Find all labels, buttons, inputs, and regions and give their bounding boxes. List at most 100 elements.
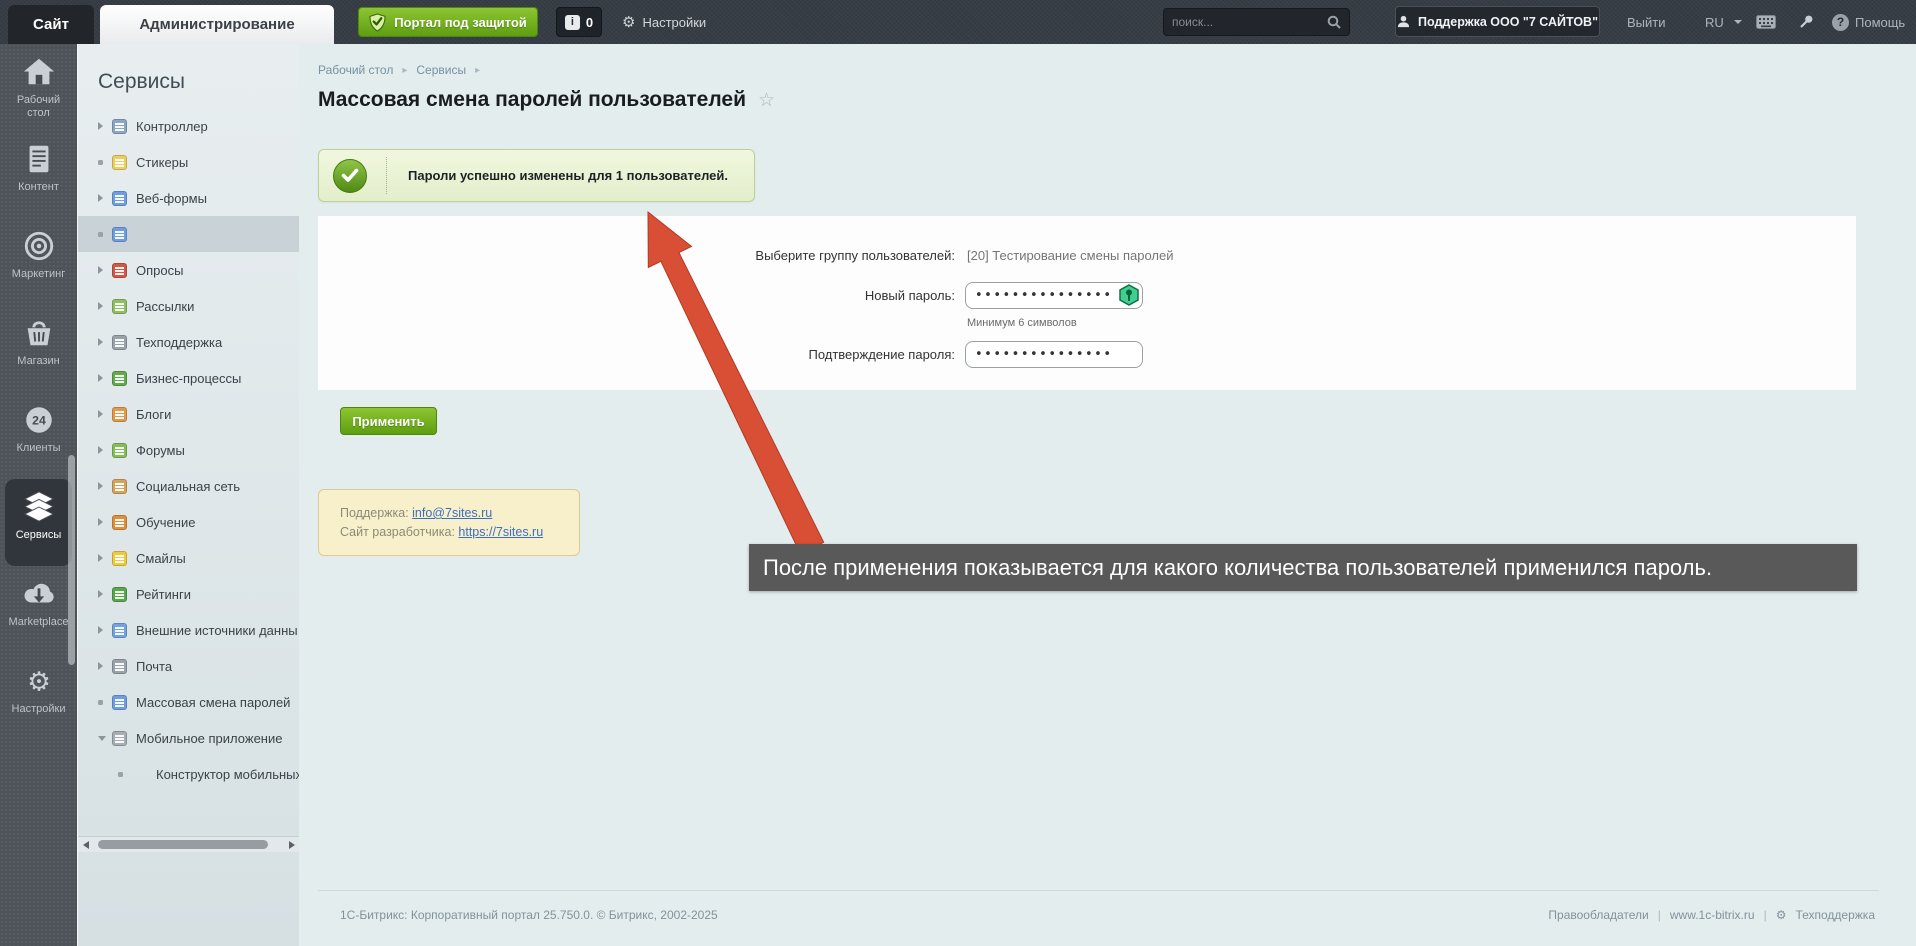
- sidebar-item[interactable]: Контроллер: [78, 108, 299, 144]
- language-selector[interactable]: RU: [1705, 0, 1742, 44]
- new-password-label: Новый пароль:: [318, 288, 955, 303]
- group-select-label: Выберите группу пользователей:: [318, 248, 955, 263]
- tech-support-icon: [112, 335, 127, 350]
- shield-check-icon: [369, 13, 386, 32]
- sidebar-item[interactable]: Форумы: [78, 432, 299, 468]
- sidebar-item[interactable]: Бизнес-процессы: [78, 360, 299, 396]
- ratings-icon: [112, 587, 127, 602]
- rail-item[interactable]: Маркетинг: [5, 218, 72, 305]
- rail-item[interactable]: ⚙ Настройки: [5, 653, 72, 740]
- support-email-link[interactable]: info@7sites.ru: [412, 506, 492, 520]
- sidebar-vertical-scrollbar-thumb[interactable]: [68, 455, 75, 665]
- current-user-button[interactable]: Поддержка ООО "7 САЙТОВ": [1395, 6, 1600, 37]
- tree-marker-icon[interactable]: [98, 518, 112, 526]
- tree-marker-icon[interactable]: [98, 232, 112, 237]
- portal-protected-button[interactable]: Портал под защитой: [358, 7, 538, 37]
- breadcrumb-services[interactable]: Сервисы: [416, 63, 466, 77]
- sidebar-item[interactable]: Почта: [78, 648, 299, 684]
- favorite-star-icon[interactable]: ☆: [758, 89, 775, 112]
- developer-site-link[interactable]: https://7sites.ru: [458, 525, 543, 539]
- topbar-settings-button[interactable]: ⚙ Настройки: [622, 0, 706, 44]
- top-bar: Сайт Администрирование Портал под защито…: [0, 0, 1916, 44]
- module-rail: Рабочий стол Контент Маркетинг Магазин 2…: [0, 44, 77, 946]
- counter-value: 0: [586, 15, 593, 30]
- tree-marker-icon[interactable]: [98, 446, 112, 454]
- rights-link[interactable]: Правообладатели: [1548, 908, 1648, 922]
- tree-marker-icon[interactable]: [98, 122, 112, 130]
- tree-marker-icon[interactable]: [98, 302, 112, 310]
- tree-marker-icon[interactable]: [98, 194, 112, 202]
- tree-marker-icon[interactable]: [98, 374, 112, 382]
- sidebar-item[interactable]: Блоги: [78, 396, 299, 432]
- sidebar-item[interactable]: Техподдержка: [78, 324, 299, 360]
- search-icon[interactable]: [1327, 15, 1341, 29]
- gear-icon: ⚙: [622, 13, 635, 31]
- sidebar-item[interactable]: [78, 216, 299, 252]
- sidebar-item[interactable]: Социальная сеть: [78, 468, 299, 504]
- sidebar-item[interactable]: Рейтинги: [78, 576, 299, 612]
- annotation-tooltip: После применения показывается для какого…: [749, 544, 1857, 591]
- tree-marker-icon[interactable]: [98, 736, 112, 741]
- confirm-password-input[interactable]: [965, 341, 1143, 368]
- rail-item[interactable]: Магазин: [5, 305, 72, 392]
- smiles-icon: [112, 551, 127, 566]
- notifications-counter[interactable]: i 0: [556, 7, 602, 37]
- logout-link[interactable]: Выйти: [1627, 0, 1666, 44]
- tree-marker-icon[interactable]: [98, 410, 112, 418]
- help-button[interactable]: ? Помощь: [1832, 0, 1905, 44]
- tree-marker-icon[interactable]: [98, 626, 112, 634]
- breadcrumb-separator-icon: ▸: [475, 65, 480, 76]
- tech-support-link[interactable]: Техподдержка: [1795, 908, 1875, 922]
- sidebar-horizontal-scrollbar: [78, 836, 299, 852]
- rail-item[interactable]: Контент: [5, 131, 72, 218]
- tree-marker-icon[interactable]: [98, 338, 112, 346]
- page-title: Массовая смена паролей пользователей: [318, 88, 746, 112]
- breadcrumb-desktop[interactable]: Рабочий стол: [318, 63, 393, 77]
- tree-marker-icon[interactable]: [98, 554, 112, 562]
- marketplace-icon: [22, 575, 56, 613]
- svg-text:⚙: ⚙: [27, 666, 51, 696]
- controller-icon: [112, 119, 127, 134]
- sidebar-item[interactable]: Стикеры: [78, 144, 299, 180]
- sidebar-item[interactable]: Рассылки: [78, 288, 299, 324]
- scroll-left-arrow-icon[interactable]: [83, 841, 89, 849]
- tree-marker-icon[interactable]: [98, 160, 112, 165]
- sidebar-item[interactable]: Мобильное приложение: [78, 720, 299, 756]
- tree-marker-icon[interactable]: [98, 662, 112, 670]
- sidebar-item[interactable]: Обучение: [78, 504, 299, 540]
- polls-icon: [112, 263, 127, 278]
- tree-marker-icon[interactable]: [98, 482, 112, 490]
- blogs-icon: [112, 407, 127, 422]
- tree-marker-icon[interactable]: [98, 590, 112, 598]
- support-label: Поддержка:: [340, 506, 412, 520]
- pin-icon: [1798, 14, 1814, 30]
- sidebar-item[interactable]: Опросы: [78, 252, 299, 288]
- tab-site[interactable]: Сайт: [8, 5, 94, 44]
- search-input[interactable]: [1172, 15, 1327, 29]
- rail-item[interactable]: 24 Клиенты: [5, 392, 72, 479]
- bitrix-site-link[interactable]: www.1c-bitrix.ru: [1670, 908, 1755, 922]
- tab-administration[interactable]: Администрирование: [100, 5, 334, 44]
- pin-panel-button[interactable]: [1798, 0, 1814, 44]
- group-select-value: [20] Тестирование смены паролей: [967, 248, 1174, 263]
- scrollbar-thumb[interactable]: [98, 840, 268, 849]
- password-generator-icon[interactable]: [1118, 284, 1140, 306]
- sidebar-item[interactable]: Веб-формы: [78, 180, 299, 216]
- new-password-input[interactable]: [965, 282, 1143, 309]
- business-process-icon: [112, 371, 127, 386]
- mailing-icon: [112, 299, 127, 314]
- tree-marker-icon[interactable]: [98, 266, 112, 274]
- tree-marker-icon[interactable]: [98, 700, 112, 705]
- scroll-right-arrow-icon[interactable]: [289, 841, 295, 849]
- sidebar-item[interactable]: Конструктор мобильных пр: [78, 756, 299, 792]
- keyboard-layout-button[interactable]: [1756, 0, 1776, 44]
- rail-item[interactable]: Сервисы: [5, 479, 72, 566]
- tree-marker-icon[interactable]: [118, 772, 132, 777]
- alert-divider: [386, 157, 387, 194]
- rail-item[interactable]: Рабочий стол: [5, 44, 72, 131]
- apply-button[interactable]: Применить: [340, 407, 437, 435]
- sidebar-item[interactable]: Смайлы: [78, 540, 299, 576]
- sidebar-item[interactable]: Массовая смена паролей: [78, 684, 299, 720]
- rail-item[interactable]: Marketplace: [5, 566, 72, 653]
- sidebar-item[interactable]: Внешние источники данны: [78, 612, 299, 648]
